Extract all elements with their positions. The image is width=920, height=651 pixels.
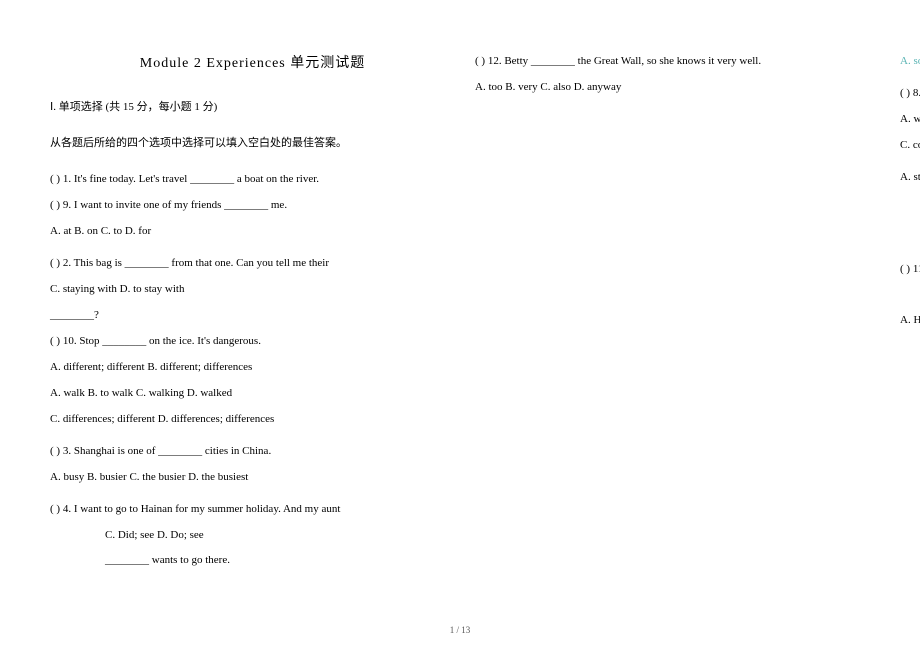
question-2-options-1: A. different; different B. different; di… [50, 356, 455, 378]
question-10-options: A. walk B. to walk C. walking D. walked [50, 382, 455, 404]
question-9-options-1: A. staying at B. to stay at [900, 166, 920, 188]
question-2-options-2: C. differences; different D. differences… [50, 408, 455, 430]
question-3-options: A. busy B. busier C. the busier D. the b… [50, 466, 455, 488]
question-4-options: A. too B. very C. also D. anyway [475, 76, 880, 98]
question-4-b: ________ wants to go there. [50, 549, 455, 571]
section-heading: Ⅰ. 单项选择 (共 15 分，每小题 1 分) [50, 96, 455, 118]
document-title: Module 2 Experiences 单元测试题 [50, 50, 455, 78]
question-2: ( ) 2. This bag is ________ from that on… [50, 252, 455, 274]
section-intro: 从各题后所给的四个选项中选择可以填入空白处的最佳答案。 [50, 132, 455, 154]
question-3: ( ) 3. Shanghai is one of ________ citie… [50, 440, 455, 462]
question-11-b: —Yes, I have. [900, 284, 920, 306]
question-11: ( ) 11. —________ you ________ the movie… [900, 258, 920, 280]
question-4: ( ) 4. I want to go to Hainan for my sum… [50, 498, 455, 520]
question-1-options: A. at B. on C. to D. for [50, 220, 455, 242]
question-9-options-2: C. staying with D. to stay with [50, 278, 455, 300]
question-7-options: A. sounds B. looks C. smells D. tastes [900, 50, 920, 72]
question-9: ( ) 9. I want to invite one of my friend… [50, 194, 455, 216]
document-page: Module 2 Experiences 单元测试题 Ⅰ. 单项选择 (共 15… [0, 0, 920, 620]
question-12: ( ) 12. Betty ________ the Great Wall, s… [475, 50, 880, 72]
question-8: ( ) 8. The Spring Festival is coming. Mo… [900, 82, 920, 104]
question-2-b: ________? [50, 304, 455, 326]
question-1: ( ) 1. It's fine today. Let's travel ___… [50, 168, 455, 190]
question-8-options-1: A. worrying about B. thinking of [900, 108, 920, 130]
page-footer: 1 / 13 [450, 625, 471, 635]
question-11-options-1: A. Have; seen B. Has; seen [900, 309, 920, 331]
question-8-options-2: C. counting down D. writing down [900, 134, 920, 156]
question-10: ( ) 10. Stop ________ on the ice. It's d… [50, 330, 455, 352]
question-11-options-2: C. Did; see D. Do; see [50, 524, 455, 546]
